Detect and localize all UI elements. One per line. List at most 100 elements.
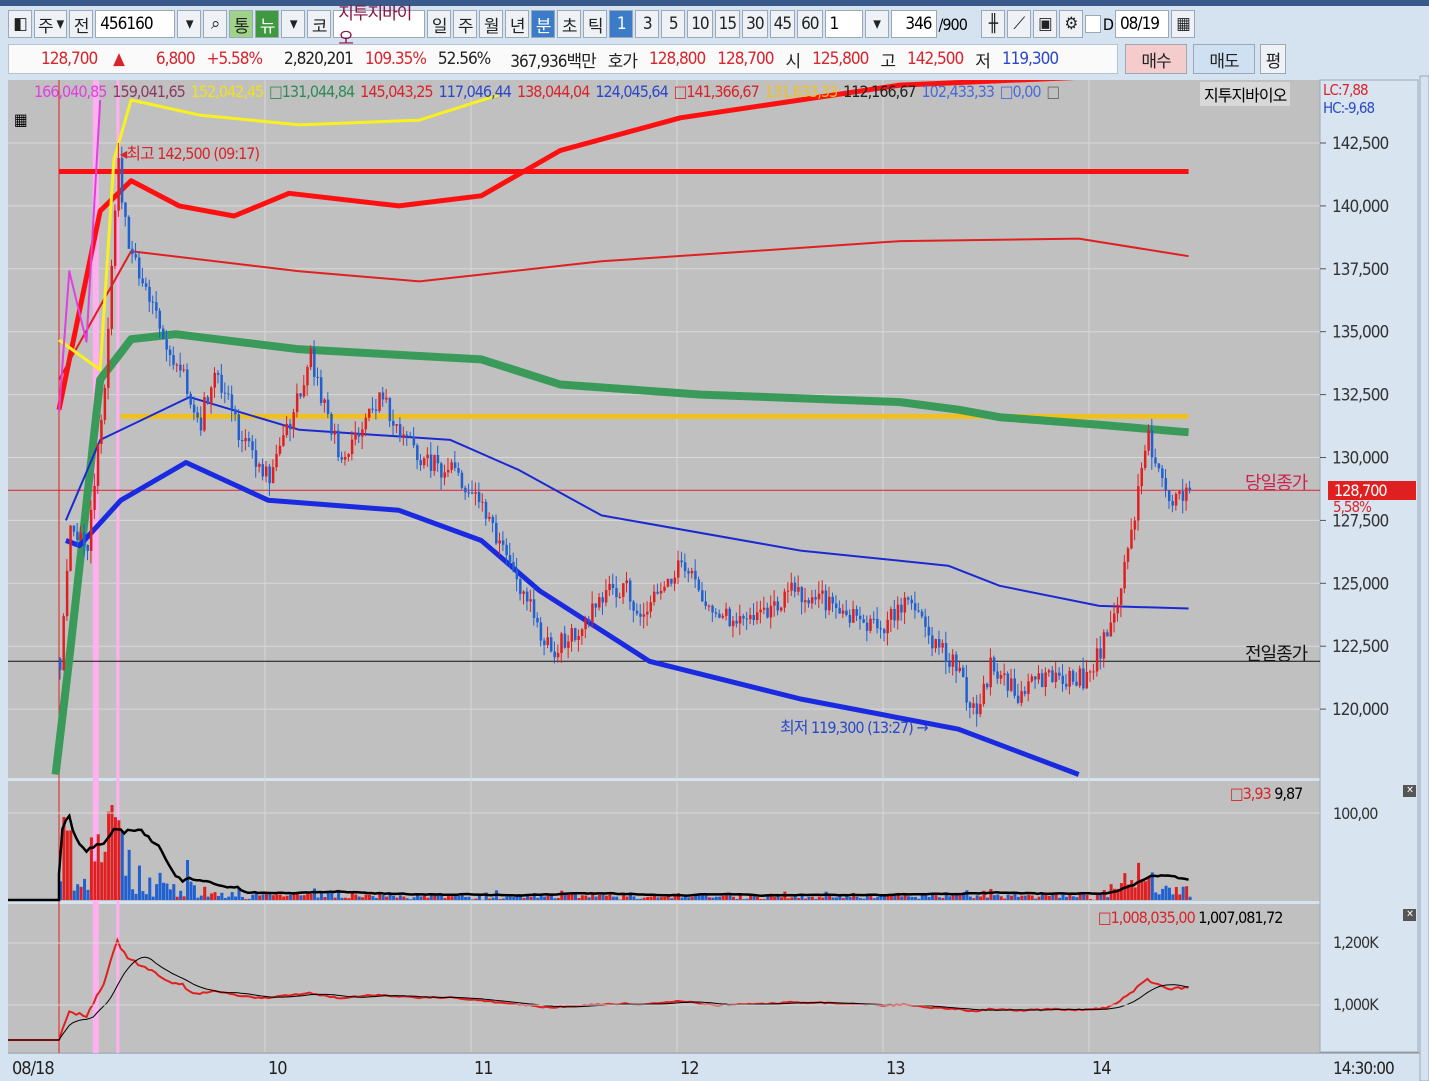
candle-body (354, 433, 357, 440)
candle-body (1064, 683, 1068, 687)
candle-body (385, 397, 388, 400)
volume-bar (381, 895, 385, 900)
candle-body (556, 652, 560, 658)
volume-bar (1020, 895, 1024, 900)
volume-bar (1027, 894, 1031, 900)
volume-bar (742, 899, 746, 900)
volume-bar (845, 896, 849, 900)
candle-body (560, 633, 563, 653)
candle-body (292, 412, 295, 430)
candle-body (378, 392, 381, 411)
volume-bar (76, 884, 80, 900)
candle-body (927, 626, 931, 636)
candle-body (1071, 670, 1075, 682)
candle-body (107, 328, 110, 388)
volume-bar (814, 898, 818, 900)
candle-body (1106, 632, 1109, 637)
candle-body (800, 587, 804, 603)
candle-body (213, 372, 216, 388)
candle-body (659, 590, 663, 594)
volume-bar (343, 897, 347, 900)
candle-body (529, 599, 532, 602)
grid-table-icon[interactable]: ▦ (14, 110, 28, 129)
volume-bar (1047, 895, 1051, 900)
volume-bar (268, 894, 272, 900)
candle-body (941, 642, 944, 648)
volume-panel-bg (8, 781, 1320, 901)
volume-bar (587, 897, 591, 900)
y-tick-label: 132,500 (1332, 386, 1388, 406)
volume-bar (1174, 886, 1178, 900)
volume-bar (412, 897, 416, 900)
y-tick-label: 130,000 (1332, 449, 1388, 469)
candle-body (869, 618, 872, 631)
candle-body (450, 462, 453, 470)
volume-bar (745, 898, 749, 900)
volume-bar (443, 897, 447, 900)
candle-body (371, 408, 374, 410)
volume-bar (965, 890, 969, 900)
candle-body (1178, 491, 1181, 494)
volume-bar (553, 898, 557, 900)
volume-bar (704, 895, 708, 900)
candle-body (1047, 670, 1051, 673)
candle-body (333, 430, 337, 435)
candle-body (549, 637, 553, 652)
candle-body (168, 349, 172, 356)
volume-bar (927, 896, 931, 900)
y-tick-label: 140,000 (1332, 197, 1388, 217)
candle-body (742, 615, 745, 619)
volume-bar (1133, 887, 1137, 900)
legend-value: 152,042,45 (190, 82, 264, 101)
volume-panel-close-icon[interactable]: ✕ (1403, 785, 1416, 797)
volume-bar (1075, 897, 1079, 900)
candle-body (1157, 463, 1161, 469)
candle-body (519, 579, 522, 594)
volume-bar (1164, 885, 1168, 900)
candle-body (65, 570, 69, 617)
volume-bar (989, 888, 993, 900)
candle-body (1082, 668, 1085, 689)
last-pct: 5,58% (1333, 498, 1372, 516)
candle-body (804, 600, 807, 603)
volume-bar (86, 889, 90, 900)
volume-bar (937, 897, 941, 900)
volume-bar (453, 895, 457, 900)
candle-body (1003, 673, 1006, 675)
candle-body (271, 467, 275, 484)
candle-body (1023, 691, 1027, 694)
candle-body (673, 577, 677, 584)
candle-body (319, 377, 323, 403)
candle-body (814, 597, 817, 600)
volume-bar (591, 894, 595, 900)
legend-value: 159,041,65 (112, 82, 185, 101)
candle-body (725, 608, 728, 616)
candle-body (831, 596, 834, 604)
candle-body (395, 424, 398, 426)
candle-body (907, 597, 910, 600)
candle-body (72, 525, 76, 532)
candle-body (828, 596, 831, 611)
candle-body (690, 570, 694, 574)
volume-bar (910, 896, 914, 900)
candle-body (1016, 695, 1020, 703)
candle-body (350, 439, 354, 455)
candle-body (628, 580, 632, 602)
obv-panel-close-icon[interactable]: ✕ (1403, 909, 1416, 921)
candle-body (786, 590, 790, 592)
candle-body (460, 472, 464, 488)
volume-bar (385, 896, 389, 900)
candle-body (172, 355, 175, 365)
volume-bar (807, 896, 811, 900)
candle-body (893, 608, 896, 621)
candle-body (446, 469, 450, 473)
volume-bar (350, 892, 354, 900)
candle-body (996, 671, 999, 679)
volume-bar (127, 849, 131, 900)
volume-bar (604, 895, 608, 900)
volume-bar (1016, 896, 1020, 900)
volume-bar (282, 896, 286, 900)
candle-body (958, 667, 962, 672)
volume-bar (234, 896, 238, 900)
volume-bar (1089, 899, 1092, 900)
